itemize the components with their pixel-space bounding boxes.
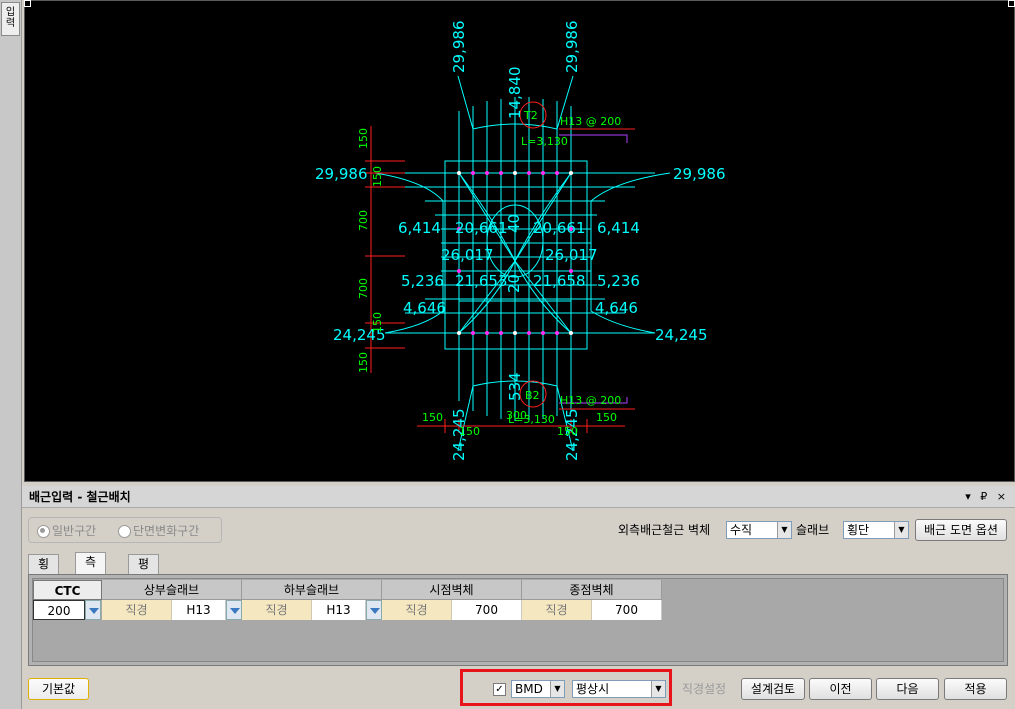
top-dim-left: 29,986: [450, 21, 468, 74]
section-type-group: 일반구간 단면변화구간: [28, 517, 222, 543]
top-length: L=3,130: [521, 135, 568, 148]
highlight-box: [460, 669, 672, 706]
default-values-button[interactable]: 기본값: [28, 678, 89, 700]
end-wall-value[interactable]: 700: [592, 600, 662, 620]
center-value: 20: [505, 274, 523, 293]
slab-select[interactable]: 횡단 ▼: [843, 521, 909, 539]
bottom-spacing: 150: [596, 411, 617, 424]
tab-side[interactable]: 측면: [75, 552, 107, 587]
ctc-dropdown-icon[interactable]: [85, 600, 101, 620]
right-value: 26,017: [545, 246, 598, 264]
outer-wall-label: 외측배근철근 벽체: [618, 523, 711, 537]
top-slab-dropdown-icon[interactable]: [226, 600, 242, 620]
left-value: 29,986: [315, 165, 368, 183]
top-dim-center: 14,840: [506, 67, 524, 120]
dimension-lines: [365, 101, 635, 433]
bottom-spacing: 150: [459, 425, 480, 438]
top-slab-dia-label: 직경: [102, 600, 172, 620]
end-wall-dia-label: 직경: [522, 600, 592, 620]
left-spacing: 150: [357, 128, 370, 149]
rebar-drawing: 29,986 14,840 29,986 24,245 534 24,245 2…: [315, 21, 726, 462]
side-tab-input[interactable]: 입력: [1, 2, 20, 36]
header-bottom-slab: 하부슬래브: [242, 580, 382, 600]
slab-label: 슬래브: [796, 523, 830, 537]
right-value: 20,661: [533, 219, 586, 237]
left-value: 4,646: [403, 299, 446, 317]
slab-value: 횡단: [847, 523, 870, 537]
bottom-spacing: 150: [557, 425, 578, 438]
outer-wall-select[interactable]: 수직 ▼: [726, 521, 792, 539]
apply-button[interactable]: 적용: [944, 678, 1007, 700]
bottom-spacing: 300: [506, 409, 527, 422]
right-value: 5,236: [597, 272, 640, 290]
header-end-wall: 종점벽체: [522, 580, 662, 600]
design-check-button[interactable]: 설계검토: [741, 678, 805, 700]
outer-wall-value: 수직: [730, 523, 753, 537]
bottom-slab-dropdown-icon[interactable]: [366, 600, 382, 620]
bottom-spacing: 150: [422, 411, 443, 424]
drawing-options-button[interactable]: 배근 도면 옵션: [915, 519, 1007, 541]
chevron-down-icon: ▼: [894, 522, 908, 538]
right-value: 6,414: [597, 219, 640, 237]
rebar-table-body: CTC 상부슬래브 하부슬래브 시점벽체 종점벽체 200 직경 H13 직경 …: [32, 578, 1004, 662]
center-value: 40: [505, 214, 523, 233]
tab-plan[interactable]: 평면: [128, 554, 160, 589]
left-side-strip: 입력: [0, 0, 22, 709]
header-top-slab: 상부슬래브: [102, 580, 242, 600]
top-slab-dia-value[interactable]: H13: [172, 600, 226, 620]
top-dim-right: 29,986: [563, 21, 581, 74]
left-spacing: 150: [371, 166, 384, 187]
diameter-setting-button[interactable]: 직경설정: [673, 678, 735, 700]
left-value: 26,017: [441, 246, 494, 264]
left-value: 6,414: [398, 219, 441, 237]
rebar-table: CTC 상부슬래브 하부슬래브 시점벽체 종점벽체 200 직경 H13 직경 …: [28, 574, 1008, 666]
bottom-tag: B2: [525, 389, 540, 402]
bottom-slab-dia-value[interactable]: H13: [312, 600, 366, 620]
left-spacing: 700: [357, 210, 370, 231]
next-button[interactable]: 다음: [876, 678, 939, 700]
bottom-dim-center: 534: [506, 372, 524, 401]
rebar-input-panel: 배근입력 - 철근배치 ▾ ₽ × 일반구간 단면변화구간 외측배근철근 벽체 …: [22, 486, 1015, 709]
header-ctc: CTC: [33, 580, 102, 600]
left-spacing: 150: [357, 352, 370, 373]
right-value: 29,986: [673, 165, 726, 183]
tab-transverse[interactable]: 횡단: [28, 554, 60, 589]
radio-general-section[interactable]: 일반구간: [37, 524, 96, 538]
chevron-down-icon: ▼: [777, 522, 791, 538]
moment-labels: 29,986 14,840 29,986 24,245 534 24,245 2…: [315, 21, 726, 462]
right-value: 4,646: [595, 299, 638, 317]
left-spacing: 150: [371, 312, 384, 333]
right-value: 21,658: [533, 272, 586, 290]
panel-title-bar: 배근입력 - 철근배치 ▾ ₽ ×: [22, 486, 1015, 508]
bottom-rebar: H13 @ 200: [560, 394, 621, 407]
top-rebar: H13 @ 200: [560, 115, 621, 128]
start-wall-value[interactable]: 700: [452, 600, 522, 620]
header-start-wall: 시점벽체: [382, 580, 522, 600]
panel-title: 배근입력 - 철근배치: [29, 490, 131, 504]
start-wall-dia-label: 직경: [382, 600, 452, 620]
radio-section-change[interactable]: 단면변화구간: [118, 524, 199, 538]
hook-mark: [559, 134, 628, 143]
panel-window-controls[interactable]: ▾ ₽ ×: [965, 486, 1009, 508]
left-value: 20,661: [455, 219, 508, 237]
left-spacing: 700: [357, 278, 370, 299]
right-value: 24,245: [655, 326, 708, 344]
top-tag: T2: [523, 109, 538, 122]
prev-button[interactable]: 이전: [809, 678, 872, 700]
left-value: 21,653: [455, 272, 508, 290]
cad-drawing-canvas[interactable]: 29,986 14,840 29,986 24,245 534 24,245 2…: [24, 0, 1015, 482]
ctc-input[interactable]: 200: [33, 600, 85, 620]
left-value: 5,236: [401, 272, 444, 290]
bottom-slab-dia-label: 직경: [242, 600, 312, 620]
